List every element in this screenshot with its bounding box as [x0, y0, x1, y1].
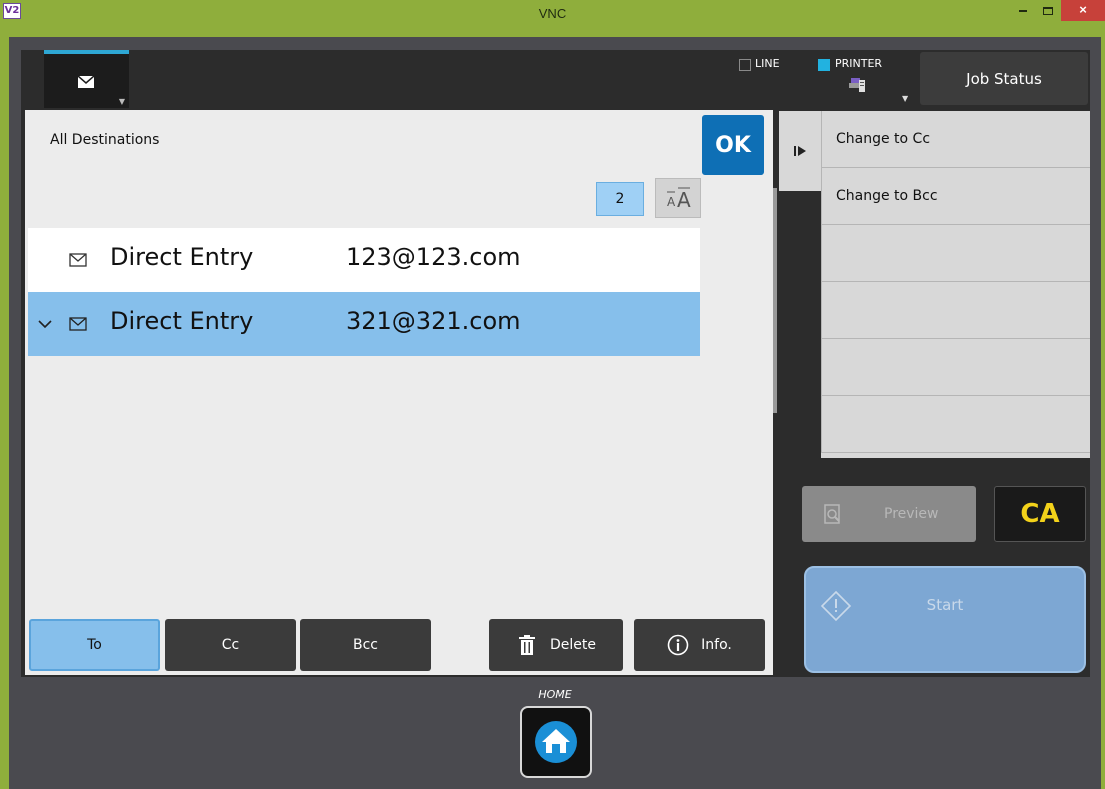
close-button[interactable]: × — [1061, 0, 1105, 21]
destination-address: 123@123.com — [346, 243, 521, 271]
window-title: VNC — [538, 6, 567, 21]
side-action-list: Change to Cc Change to Bcc — [821, 111, 1090, 458]
email-mode-tab[interactable]: ▼ — [44, 50, 129, 108]
printer-label: PRINTER — [835, 57, 883, 70]
destination-count: 2 — [596, 182, 644, 216]
printer-dropdown-arrow-icon[interactable]: ▼ — [902, 94, 908, 103]
preview-icon — [824, 504, 840, 524]
change-to-bcc-item[interactable]: Change to Bcc — [821, 168, 1090, 225]
to-button[interactable]: To — [29, 619, 160, 671]
destination-row[interactable]: Direct Entry 123@123.com — [28, 228, 700, 292]
destination-list-panel: All Destinations OK 2 A A Direct Entry 1… — [25, 110, 773, 675]
destination-type: Direct Entry — [110, 307, 254, 335]
device-frame: ▼ LINE PRINTER ▼ Job Status All Destinat… — [9, 37, 1101, 789]
destination-row-selected[interactable]: Direct Entry 321@321.com — [28, 292, 700, 356]
destination-type: Direct Entry — [110, 243, 254, 271]
home-button[interactable] — [520, 706, 592, 778]
minimize-icon — [1019, 9, 1027, 12]
preview-label: Preview — [884, 506, 939, 522]
maximize-icon — [1043, 6, 1053, 15]
info-label: Info. — [701, 637, 732, 653]
side-menu-toggle[interactable] — [779, 111, 821, 191]
clear-all-button[interactable]: CA — [994, 486, 1086, 542]
side-empty-item — [821, 225, 1090, 282]
cc-button[interactable]: Cc — [165, 619, 296, 671]
bcc-button[interactable]: Bcc — [300, 619, 431, 671]
svg-text:A: A — [677, 188, 691, 212]
tab-dropdown-arrow-icon: ▼ — [118, 97, 125, 106]
trash-icon — [519, 635, 535, 655]
maximize-button[interactable] — [1036, 0, 1060, 21]
control-panel-screen: ▼ LINE PRINTER ▼ Job Status All Destinat… — [21, 50, 1090, 677]
home-label: HOME — [538, 688, 572, 701]
side-empty-item — [821, 282, 1090, 339]
window-titlebar: V2 VNC × — [0, 0, 1105, 30]
minimize-button[interactable] — [1011, 0, 1035, 21]
text-size-icon: A A — [667, 187, 691, 212]
start-label: Start — [926, 596, 964, 614]
line-checkbox[interactable] — [739, 59, 751, 71]
side-empty-item — [821, 396, 1090, 453]
job-status-button[interactable]: Job Status — [920, 52, 1088, 105]
expand-arrow-icon — [794, 146, 806, 156]
preview-button[interactable]: Preview — [802, 486, 976, 542]
side-empty-item — [821, 339, 1090, 396]
ok-button[interactable]: OK — [702, 115, 764, 175]
mail-icon — [78, 76, 94, 88]
destination-address: 321@321.com — [346, 307, 521, 335]
font-size-button[interactable]: A A — [655, 178, 701, 218]
printer-icon[interactable] — [849, 76, 867, 94]
checkmark-icon — [38, 320, 52, 329]
panel-scrollbar[interactable] — [773, 188, 777, 413]
info-icon — [667, 634, 689, 656]
info-button[interactable]: Info. — [634, 619, 765, 671]
delete-label: Delete — [550, 637, 596, 653]
mail-icon — [69, 253, 87, 267]
change-to-cc-item[interactable]: Change to Cc — [821, 111, 1090, 168]
home-icon — [535, 721, 577, 763]
printer-checkbox[interactable] — [818, 59, 830, 71]
start-button[interactable]: Start — [804, 566, 1086, 673]
panel-title: All Destinations — [50, 132, 160, 148]
svg-text:A: A — [667, 195, 676, 209]
mail-icon — [69, 317, 87, 331]
line-label: LINE — [755, 57, 780, 70]
delete-button[interactable]: Delete — [489, 619, 623, 671]
